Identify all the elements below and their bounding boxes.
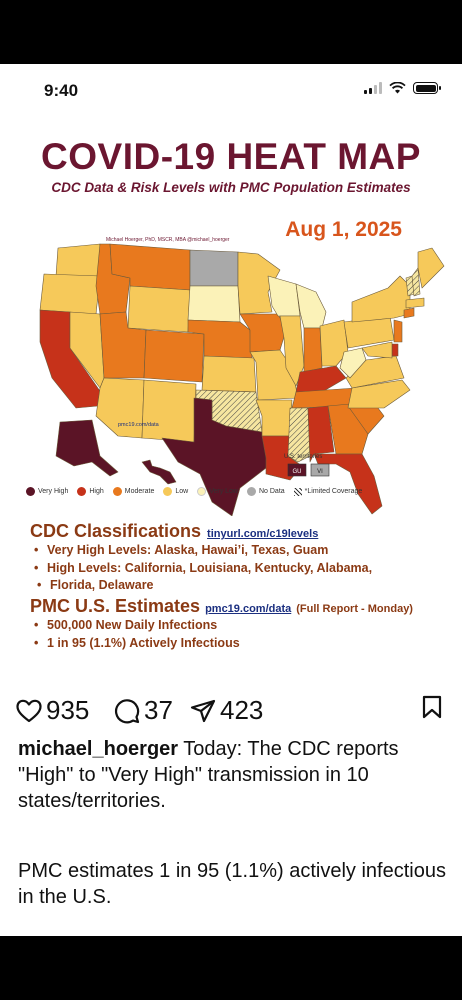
state-arizona: [95, 377, 145, 439]
state-north-dakota: [189, 249, 239, 287]
pmc-bullet-infections: 500,000 New Daily Infections: [34, 618, 217, 632]
share-count: 423: [220, 695, 264, 725]
state-new-york: [351, 275, 411, 323]
cdc-high-bullet-cont: Florida, Delaware: [37, 578, 153, 592]
state-washington: [55, 243, 101, 277]
state-hawaii: [141, 459, 177, 485]
post-caption-second-paragraph: PMC estimates 1 in 95 (1.1%) actively in…: [18, 860, 446, 908]
state-florida: [313, 453, 383, 515]
territory-gu-label: GU: [293, 469, 302, 475]
legend-item-very-low: Very Low: [197, 487, 238, 496]
cdc-very-high-bullet: Very High Levels: Alaska, Hawai’i, Texas…: [34, 543, 328, 557]
legend-item-moderate: Moderate: [112, 487, 154, 496]
legend-item-limited-coverage: *Limited Coverage: [293, 487, 362, 496]
state-massachusetts: [405, 297, 425, 309]
legend-item-high: High: [77, 487, 104, 496]
territory-vi-label: VI: [317, 469, 323, 475]
status-bar: 9:40: [0, 64, 462, 116]
comment-button[interactable]: 37: [114, 695, 173, 726]
us-heat-map: GU VI: [39, 243, 445, 516]
state-south-dakota: [187, 285, 241, 323]
map-source-link: pmc19.com/data: [118, 422, 159, 428]
pmc-bullet-infectious: 1 in 95 (1.1%) Actively Infectious: [34, 636, 240, 650]
state-delaware: [391, 343, 399, 357]
pmc-estimates-header: PMC U.S. Estimates pmc19.com/data (Full …: [30, 596, 413, 617]
pmc-heading: PMC U.S. Estimates: [30, 596, 201, 616]
state-kansas: [201, 355, 257, 393]
state-alaska: [55, 419, 119, 477]
top-black-bar: [0, 0, 462, 64]
pmc-note: (Full Report - Monday): [296, 603, 413, 615]
comment-icon: [114, 698, 140, 723]
state-kentucky: [295, 365, 347, 393]
territories-label: U.S. territories: [284, 454, 323, 460]
state-connecticut: [403, 307, 415, 319]
share-button[interactable]: 423: [190, 695, 263, 726]
post-caption: michael_hoerger Today: The CDC reports "…: [18, 736, 448, 814]
legend-item-no-data: No Data: [246, 487, 285, 496]
bookmark-icon: [422, 695, 442, 719]
heart-icon: [16, 699, 42, 722]
caption-username[interactable]: michael_hoerger: [18, 738, 178, 760]
legend-item-very-high: Very High: [26, 487, 68, 496]
comment-count: 37: [144, 695, 173, 725]
status-icons: [364, 82, 441, 94]
cdc-heading: CDC Classifications: [30, 521, 202, 541]
cdc-high-bullet: High Levels: California, Louisiana, Kent…: [34, 561, 372, 575]
cdc-link[interactable]: tinyurl.com/c19levels: [207, 528, 318, 540]
state-indiana: [303, 327, 323, 373]
state-new-jersey: [393, 319, 403, 343]
wifi-icon: [389, 82, 406, 94]
battery-icon: [413, 82, 441, 94]
like-count: 935: [46, 695, 90, 725]
state-colorado: [143, 329, 205, 383]
post-image[interactable]: COVID-19 HEAT MAP CDC Data & Risk Levels…: [0, 116, 462, 682]
cdc-classifications-header: CDC Classifications tinyurl.com/c19level…: [30, 521, 318, 542]
legend-item-low: Low: [163, 487, 188, 496]
state-oregon: [39, 273, 101, 315]
send-icon: [190, 699, 216, 722]
save-button[interactable]: [421, 695, 443, 719]
signal-icon: [364, 82, 382, 94]
state-maine: [417, 247, 445, 289]
post-actions: 935 37 423: [0, 693, 462, 733]
state-wyoming: [127, 285, 191, 333]
state-wisconsin: [267, 275, 301, 317]
pmc-link[interactable]: pmc19.com/data: [205, 603, 291, 615]
status-time: 9:40: [44, 81, 79, 100]
bottom-black-bar: [0, 936, 462, 1000]
map-legend: Very High High Moderate Low Very Low No …: [26, 487, 362, 496]
state-new-mexico: [141, 379, 197, 443]
like-button[interactable]: 935: [16, 695, 89, 726]
